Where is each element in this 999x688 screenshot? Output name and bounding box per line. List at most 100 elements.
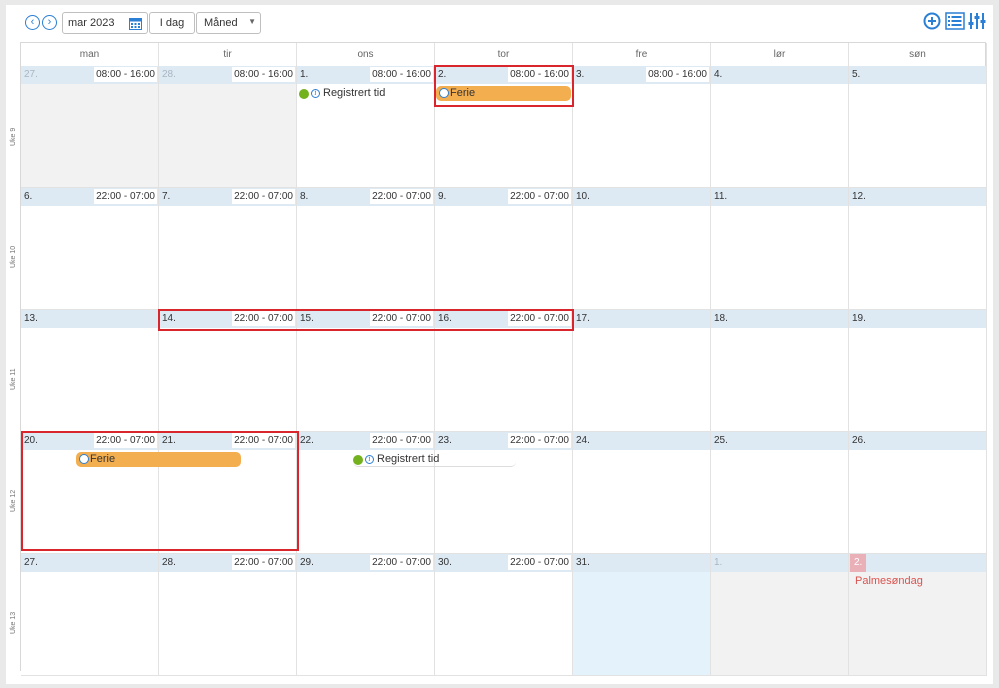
day-number[interactable]: 20. [24, 435, 38, 446]
day-number[interactable]: 8. [300, 191, 308, 202]
day-number[interactable]: 27. [24, 557, 38, 568]
vacation-event[interactable]: Ferie [76, 452, 241, 467]
day-number[interactable]: 18. [714, 313, 728, 324]
day-cell[interactable]: 6. 22:00 - 07:00 [21, 188, 159, 310]
registered-time-event[interactable]: i Registrert tid [299, 86, 433, 101]
day-cell[interactable]: 28. 22:00 - 07:00 [159, 554, 297, 676]
shift-time-badge[interactable]: 22:00 - 07:00 [508, 189, 571, 204]
day-cell[interactable]: 2. Palmesøndag [849, 554, 987, 676]
shift-time-badge[interactable]: 22:00 - 07:00 [94, 433, 157, 448]
info-icon[interactable]: i [365, 455, 374, 464]
day-number[interactable]: 29. [300, 557, 314, 568]
day-cell[interactable]: 8. 22:00 - 07:00 [297, 188, 435, 310]
day-cell[interactable]: 20. 22:00 - 07:00 [21, 432, 159, 554]
day-cell[interactable]: 24. [573, 432, 711, 554]
shift-time-badge[interactable]: 22:00 - 07:00 [232, 311, 295, 326]
vacation-event[interactable]: Ferie [436, 86, 571, 101]
day-number[interactable]: 28. [162, 69, 176, 80]
day-number[interactable]: 26. [852, 435, 866, 446]
shift-time-badge[interactable]: 08:00 - 16:00 [646, 67, 709, 82]
shift-time-badge[interactable]: 22:00 - 07:00 [370, 189, 433, 204]
shift-time-badge[interactable]: 22:00 - 07:00 [232, 189, 295, 204]
shift-time-badge[interactable]: 22:00 - 07:00 [370, 311, 433, 326]
day-number[interactable]: 1. [714, 557, 722, 568]
sliders-icon[interactable] [968, 12, 986, 30]
calendar-icon[interactable] [129, 17, 142, 30]
day-cell[interactable]: 27. [21, 554, 159, 676]
registered-time-event[interactable]: i Registrert tid [353, 452, 516, 467]
day-number[interactable]: 7. [162, 191, 170, 202]
plus-circle-icon[interactable] [923, 12, 941, 30]
day-cell[interactable]: 15. 22:00 - 07:00 [297, 310, 435, 432]
day-number[interactable]: 2. [438, 69, 446, 80]
day-number[interactable]: 3. [576, 69, 584, 80]
day-number[interactable]: 1. [300, 69, 308, 80]
shift-time-badge[interactable]: 08:00 - 16:00 [94, 67, 157, 82]
day-number[interactable]: 28. [162, 557, 176, 568]
day-cell[interactable]: 16. 22:00 - 07:00 [435, 310, 573, 432]
prev-month-button[interactable]: ‹ [25, 15, 40, 30]
day-number[interactable]: 23. [438, 435, 452, 446]
day-number[interactable]: 17. [576, 313, 590, 324]
day-number[interactable]: 25. [714, 435, 728, 446]
day-cell[interactable]: 26. [849, 432, 987, 554]
day-number[interactable]: 27. [24, 69, 38, 80]
day-number[interactable]: 16. [438, 313, 452, 324]
list-icon[interactable] [945, 12, 965, 30]
shift-time-badge[interactable]: 22:00 - 07:00 [232, 433, 295, 448]
day-cell[interactable]: 30. 22:00 - 07:00 [435, 554, 573, 676]
shift-time-badge[interactable]: 22:00 - 07:00 [232, 555, 295, 570]
day-number[interactable]: 22. [300, 435, 314, 446]
day-number[interactable]: 30. [438, 557, 452, 568]
day-cell[interactable]: 7. 22:00 - 07:00 [159, 188, 297, 310]
day-number[interactable]: 15. [300, 313, 314, 324]
day-number[interactable]: 5. [852, 69, 860, 80]
shift-time-badge[interactable]: 08:00 - 16:00 [508, 67, 571, 82]
day-cell[interactable]: 14. 22:00 - 07:00 [159, 310, 297, 432]
day-cell[interactable]: 11. [711, 188, 849, 310]
view-select[interactable]: Måned ▼ [196, 12, 261, 34]
day-cell[interactable]: 13. [21, 310, 159, 432]
month-picker-input[interactable]: mar 2023 [62, 12, 148, 34]
day-number[interactable]: 31. [576, 557, 590, 568]
next-month-button[interactable]: › [42, 15, 57, 30]
day-cell[interactable]: 25. [711, 432, 849, 554]
day-number[interactable]: 9. [438, 191, 446, 202]
day-cell[interactable]: 29. 22:00 - 07:00 [297, 554, 435, 676]
day-cell[interactable]: 12. [849, 188, 987, 310]
day-cell[interactable]: 5. [849, 66, 987, 188]
day-cell[interactable]: 4. [711, 66, 849, 188]
shift-time-badge[interactable]: 22:00 - 07:00 [370, 555, 433, 570]
day-number[interactable]: 14. [162, 313, 176, 324]
day-number[interactable]: 12. [852, 191, 866, 202]
shift-time-badge[interactable]: 22:00 - 07:00 [508, 555, 571, 570]
day-cell[interactable]: 17. [573, 310, 711, 432]
day-cell[interactable]: 31. [573, 554, 711, 676]
day-number[interactable]: 11. [714, 191, 727, 202]
day-cell[interactable]: 18. [711, 310, 849, 432]
day-number[interactable]: 24. [576, 435, 590, 446]
day-cell[interactable]: 27. 08:00 - 16:00 [21, 66, 159, 188]
shift-time-badge[interactable]: 22:00 - 07:00 [370, 433, 433, 448]
day-cell[interactable]: 28. 08:00 - 16:00 [159, 66, 297, 188]
day-cell[interactable]: 10. [573, 188, 711, 310]
shift-time-badge[interactable]: 22:00 - 07:00 [94, 189, 157, 204]
day-number[interactable]: 2. [850, 554, 867, 572]
day-cell[interactable]: 21. 22:00 - 07:00 [159, 432, 297, 554]
day-cell[interactable]: 23. 22:00 - 07:00 [435, 432, 573, 554]
day-number[interactable]: 10. [576, 191, 590, 202]
day-cell[interactable]: 1. [711, 554, 849, 676]
shift-time-badge[interactable]: 22:00 - 07:00 [508, 311, 571, 326]
shift-time-badge[interactable]: 22:00 - 07:00 [508, 433, 571, 448]
day-cell[interactable]: 9. 22:00 - 07:00 [435, 188, 573, 310]
day-cell[interactable]: 22. 22:00 - 07:00 [297, 432, 435, 554]
shift-time-badge[interactable]: 08:00 - 16:00 [370, 67, 433, 82]
day-cell[interactable]: 2. 08:00 - 16:00 [435, 66, 573, 188]
day-cell[interactable]: 1. 08:00 - 16:00 [297, 66, 435, 188]
day-cell[interactable]: 19. [849, 310, 987, 432]
day-number[interactable]: 19. [852, 313, 866, 324]
info-icon[interactable]: i [311, 89, 320, 98]
today-button[interactable]: I dag [149, 12, 195, 34]
day-number[interactable]: 21. [162, 435, 176, 446]
shift-time-badge[interactable]: 08:00 - 16:00 [232, 67, 295, 82]
